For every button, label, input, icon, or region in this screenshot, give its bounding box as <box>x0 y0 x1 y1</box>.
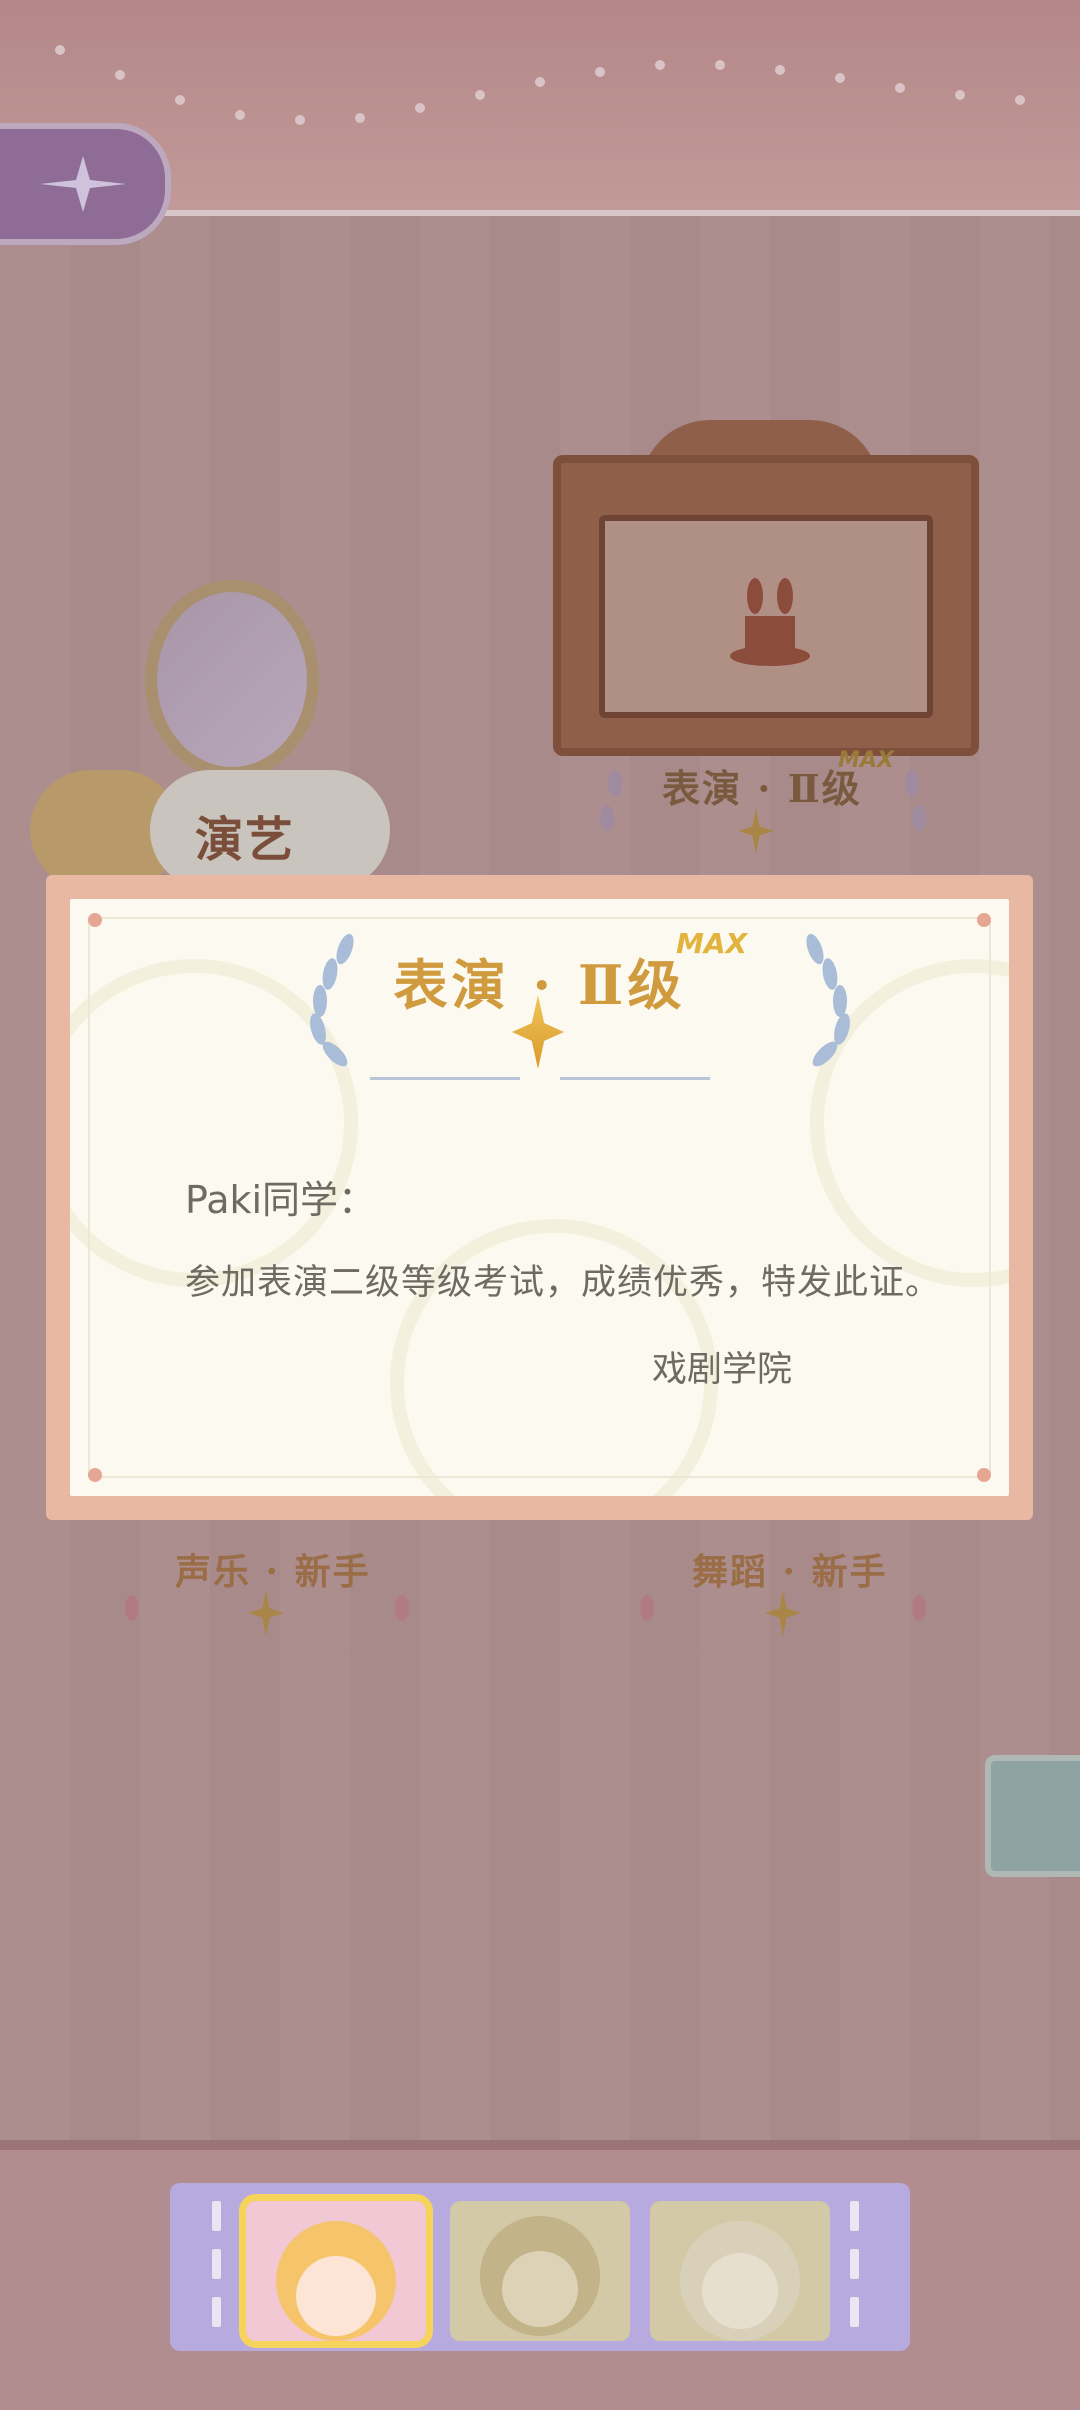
corner-pin <box>977 913 991 927</box>
laurel-icon <box>640 1595 654 1621</box>
performance-skill-frame[interactable] <box>553 455 979 756</box>
certificate-body: 参加表演二级等级考试，成绩优秀，特发此证。 <box>185 1263 942 1303</box>
character-slot-2[interactable] <box>450 2201 630 2341</box>
laurel-icon <box>912 805 926 831</box>
vocal-skill-label[interactable]: 声乐 · 新手 <box>175 1543 371 1595</box>
laurel-icon <box>905 770 919 796</box>
laurel-icon <box>395 1595 409 1621</box>
character-selector <box>170 2183 910 2351</box>
dance-skill-label[interactable]: 舞蹈 · 新手 <box>692 1543 888 1595</box>
laurel-icon <box>125 1595 139 1621</box>
film-tick <box>212 2201 221 2231</box>
title-divider <box>370 1077 520 1080</box>
corner-pin <box>977 1468 991 1482</box>
film-tick <box>850 2249 859 2279</box>
certificate-card[interactable]: 表演 · Ⅱ级 MAX Paki同学： 参加表演二级等级考试，成绩优秀，特发此证… <box>46 875 1033 1520</box>
room-sign-text: 演艺 <box>195 812 296 868</box>
avatar-face <box>702 2253 778 2329</box>
laurel-icon <box>912 1595 926 1621</box>
character-slot-1[interactable] <box>239 2194 433 2348</box>
string-lights <box>55 45 1025 125</box>
certificate-signature: 戏剧学院 <box>652 1350 793 1390</box>
certificate-max-badge: MAX <box>676 927 748 960</box>
laurel-icon <box>600 805 614 831</box>
corner-pin <box>88 913 102 927</box>
skill-divider <box>655 1650 885 1652</box>
film-tick <box>850 2297 859 2327</box>
certificate-greeting: Paki同学： <box>185 1178 377 1222</box>
title-divider <box>560 1077 710 1080</box>
room-sign: 演艺 <box>150 770 390 890</box>
performance-skill-label: 表演 · Ⅱ级 <box>662 766 862 811</box>
skill-divider <box>140 1650 370 1652</box>
avatar-face <box>502 2251 578 2327</box>
oval-mirror <box>145 580 319 779</box>
film-tick <box>212 2249 221 2279</box>
performance-max-badge: MAX <box>838 748 894 773</box>
avatar-face <box>296 2256 376 2336</box>
certificate-paper: 表演 · Ⅱ级 MAX Paki同学： 参加表演二级等级考试，成绩优秀，特发此证… <box>70 899 1009 1496</box>
wall-decoration <box>985 1755 1080 1877</box>
stage-curtain <box>599 515 933 718</box>
compass-star-icon <box>39 156 126 212</box>
character-slot-3[interactable] <box>650 2201 830 2341</box>
magic-hat-icon <box>730 578 810 666</box>
back-button[interactable] <box>0 123 171 245</box>
film-tick <box>850 2201 859 2231</box>
film-tick <box>212 2297 221 2327</box>
laurel-icon <box>608 770 622 796</box>
corner-pin <box>88 1468 102 1482</box>
